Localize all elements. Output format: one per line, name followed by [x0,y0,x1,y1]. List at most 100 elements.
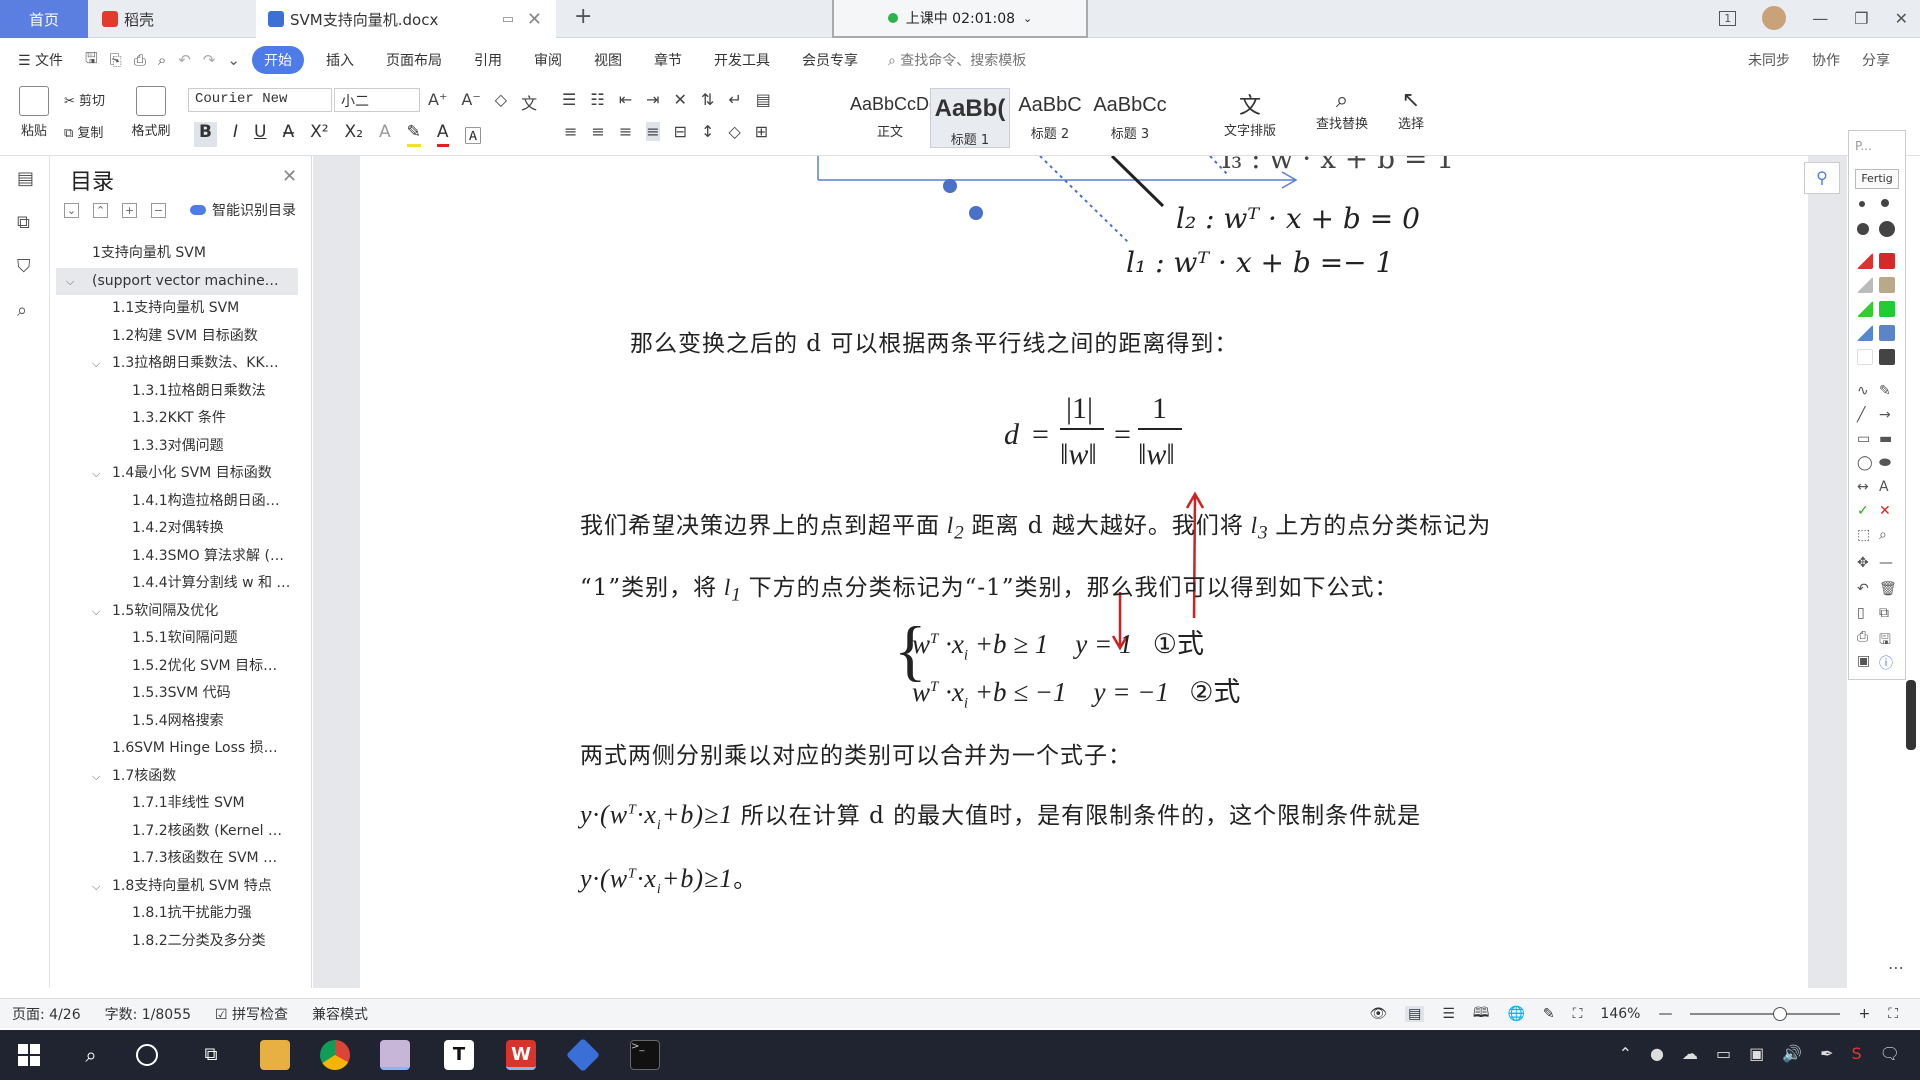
notification-icon[interactable]: 🗨 [1880,1044,1900,1063]
toc-item[interactable]: ⌵ 1.5软间隔及优化 [56,598,298,626]
ellipse-icon[interactable]: ◯ [1857,455,1873,471]
menu-insert[interactable]: 插入 [326,50,354,70]
toc-item[interactable]: 1.7.3核函数在 SVM … [56,845,298,873]
menu-reference[interactable]: 引用 [474,50,502,70]
style-heading-3[interactable]: AaBbCc 标题 3 [1090,88,1170,148]
toc-item[interactable]: 1.2构建 SVM 目标函数 [56,323,298,351]
collapse-all-icon[interactable]: ⌄ [64,202,79,218]
toc-item[interactable]: ⌵ 1.3拉格朗日乘数法、KK… [56,350,298,378]
italic-button[interactable]: I [233,122,238,147]
close-icon[interactable]: ✕ [282,166,297,187]
pinyin-icon[interactable]: 文 [521,90,537,114]
toc-item[interactable]: ⌵ 1.8支持向量机 SVM 特点 [56,873,298,901]
menu-chapter[interactable]: 章节 [654,50,682,70]
search-panel-icon[interactable]: ⌕ [17,300,37,321]
align-center-icon[interactable]: ≡ [591,122,604,141]
windows-start-icon[interactable] [18,1044,40,1066]
chevron-down-icon[interactable]: ⌵ [92,763,100,791]
highlight-button[interactable]: ✎ [406,122,421,147]
color-gray-light[interactable] [1857,277,1873,293]
customize-icon[interactable]: ⌄ [227,51,240,69]
battery-icon[interactable]: ▭ [1716,1044,1731,1063]
font-family-select[interactable]: Courier New [188,88,332,112]
trash-icon[interactable]: 🗑 [1879,581,1897,597]
toc-item[interactable]: 1.8.2二分类及多分类 [56,928,298,956]
color-tan[interactable] [1879,277,1895,293]
restore-icon[interactable]: ❐ [1854,9,1868,28]
volume-icon[interactable]: 🔊 [1782,1044,1802,1063]
fertig-button[interactable]: Fertig [1855,169,1899,189]
spell-check[interactable]: ☑ 拼写检查 [215,1004,288,1024]
pen-size-medium[interactable] [1881,199,1889,207]
toc-item[interactable]: 1.7.1非线性 SVM [56,790,298,818]
text-layout-button[interactable]: 文 文字排版 [1212,88,1288,139]
app-diamond-icon[interactable] [566,1038,600,1072]
check-icon[interactable]: ✓ [1857,503,1869,519]
toc-item[interactable]: 1.3.2KKT 条件 [56,405,298,433]
color-white[interactable] [1857,349,1873,365]
tab-document[interactable]: SVM支持向量机.docx ▭ ✕ [256,0,556,38]
command-search[interactable]: ⌕ 查找命令、搜索模板 [888,50,1026,70]
numbered-list-icon[interactable]: ☷ [590,90,604,109]
pen-size-xlarge[interactable] [1879,221,1895,237]
menu-start[interactable]: 开始 [251,46,304,74]
toc-item[interactable]: 1.3.3对偶问题 [56,433,298,461]
menu-dev-tools[interactable]: 开发工具 [714,50,770,70]
chevron-down-icon[interactable]: ⌵ [66,268,74,296]
collaborate-button[interactable]: 协作 [1812,50,1840,70]
char-border-button[interactable]: 🄰 [465,122,482,147]
file-explorer-icon[interactable] [260,1040,290,1070]
disk-icon[interactable]: 🖫 [1879,629,1891,653]
printer-icon[interactable]: ⎙ [1857,629,1868,645]
chevron-down-icon[interactable]: ⌵ [92,873,100,901]
print-icon[interactable]: ⎙ [134,51,146,69]
tab-daoke[interactable]: 稻壳 [90,0,250,38]
line-spacing-icon[interactable]: ↕ [701,122,714,141]
toc-item[interactable]: 1.3.1拉格朗日乘数法 [56,378,298,406]
toc-item[interactable]: 1.1支持向量机 SVM [56,295,298,323]
outline-view-icon[interactable]: ☰ [1442,1006,1455,1022]
menu-page-layout[interactable]: 页面布局 [386,50,442,70]
decrease-indent-icon[interactable]: ⇤ [619,90,632,109]
minus-icon[interactable]: — [1879,555,1893,571]
paint-app-icon[interactable] [380,1040,410,1070]
freehand-icon[interactable]: ∿ [1857,383,1869,399]
toc-item[interactable]: 1.4.2对偶转换 [56,515,298,543]
shrink-font-icon[interactable]: A⁻ [461,90,480,114]
toc-item[interactable]: 1.4.4计算分割线 w 和 … [56,570,298,598]
superscript-button[interactable]: X² [310,122,328,147]
toc-item[interactable]: ⌵ 1.4最小化 SVM 目标函数 [56,460,298,488]
distribute-icon[interactable]: ⊟ [674,122,687,141]
zoom-slider-thumb[interactable] [1773,1006,1788,1021]
toc-item[interactable]: 1.4.3SMO 算法求解 (… [56,543,298,571]
tab-home[interactable]: 首页 [0,0,88,38]
find-replace-button[interactable]: ⌕ 查找替换 [1304,88,1380,132]
pen-size-large[interactable] [1857,223,1869,235]
text-effect-button[interactable]: A [379,122,391,147]
close-window-icon[interactable]: ✕ [1895,9,1908,28]
tray-app-icon[interactable]: ● [1650,1044,1664,1063]
toc-item[interactable]: 1.8.1抗干扰能力强 [56,900,298,928]
underline-button[interactable]: U [254,122,266,147]
pen-icon[interactable]: ✒ [1820,1044,1833,1063]
toc-item[interactable]: 1.5.1软间隔问题 [56,625,298,653]
save-icon[interactable]: 🖫 [85,48,98,73]
close-tab-icon[interactable]: ✕ [527,9,542,30]
align-left-icon[interactable]: ≡ [564,122,577,141]
strikethrough-button[interactable]: A̶ [282,122,294,147]
menu-view[interactable]: 视图 [594,50,622,70]
toc-item[interactable]: 1.5.4网格搜索 [56,708,298,736]
avatar[interactable] [1762,6,1787,30]
redo-icon[interactable]: ↷ [203,51,216,69]
network-icon[interactable]: ▣ [1749,1044,1764,1063]
style-normal[interactable]: AaBbCcDd 正文 [850,88,930,148]
bookmark-icon[interactable]: ⛉ [17,256,37,277]
grow-font-icon[interactable]: A⁺ [428,90,447,114]
text-tool-icon[interactable]: A [1879,479,1889,495]
remove-heading-icon[interactable]: − [151,202,166,218]
undo-icon[interactable]: ↶ [178,51,191,69]
line-icon[interactable]: ╱ [1857,407,1865,423]
share-button[interactable]: 分享 [1862,50,1890,70]
web-view-icon[interactable]: 🌐 [1507,1006,1524,1022]
select-area-icon[interactable]: ⬚ [1857,527,1870,543]
